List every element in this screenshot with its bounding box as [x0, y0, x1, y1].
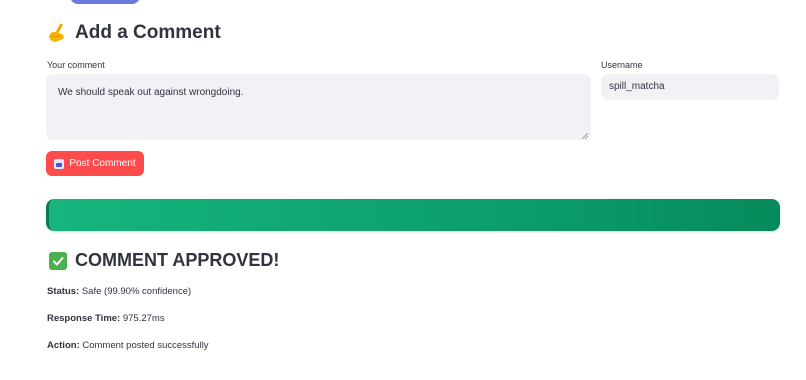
- post-comment-label: Post Comment: [69, 158, 136, 169]
- response-time-line: Response Time: 975.27ms: [47, 313, 165, 324]
- status-label: Status:: [47, 286, 80, 297]
- comment-text: We should speak out against wrongdoing.: [58, 87, 244, 98]
- resize-handle-icon[interactable]: [581, 131, 589, 140]
- check-mark-icon: [49, 251, 67, 270]
- action-value: Comment posted successfully: [82, 340, 209, 351]
- response-time-value: 975.27ms: [122, 313, 165, 324]
- comment-label: Your comment: [47, 60, 105, 70]
- previous-button-edge[interactable]: [70, 0, 140, 4]
- writing-hand-icon: [47, 22, 67, 44]
- status-value: Safe (99.90% confidence): [81, 286, 192, 297]
- section-title-text: Add a Comment: [75, 22, 221, 43]
- response-time-label: Response Time:: [47, 313, 121, 324]
- action-line: Action: Comment posted successfully: [47, 340, 209, 351]
- username-label: Username: [601, 60, 643, 70]
- action-label: Action:: [47, 340, 80, 351]
- result-title: COMMENT APPROVED!: [49, 250, 279, 271]
- post-comment-button[interactable]: Post Comment: [46, 151, 144, 176]
- section-title: Add a Comment: [47, 22, 221, 44]
- status-line: Status: Safe (99.90% confidence): [47, 286, 191, 297]
- progress-bar-fill: [46, 199, 780, 231]
- username-text: spill_matcha: [609, 81, 665, 92]
- progress-bar: [46, 199, 780, 231]
- username-input[interactable]: spill_matcha: [601, 74, 779, 100]
- result-title-text: COMMENT APPROVED!: [75, 250, 280, 270]
- comment-textarea[interactable]: We should speak out against wrongdoing.: [46, 74, 591, 140]
- inbox-tray-icon: [54, 158, 65, 169]
